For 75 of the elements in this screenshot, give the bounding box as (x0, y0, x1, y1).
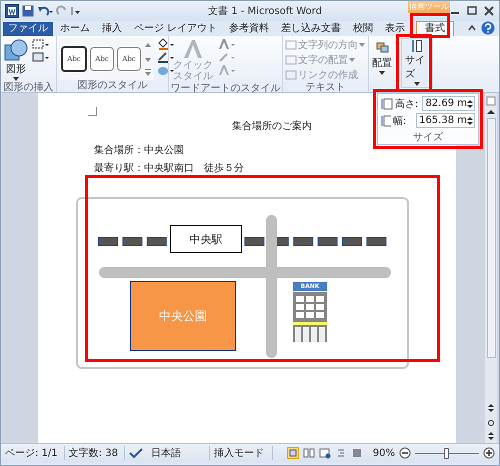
ribbon-tab[interactable]: ページ レイアウト (129, 22, 222, 36)
document-title: 集合場所のご案内 (231, 120, 312, 133)
text-box-icon[interactable] (32, 51, 50, 63)
field-label: 高さ: (394, 98, 420, 110)
drawing-tools-label: 描画ツール (408, 1, 450, 13)
customize-caret-icon[interactable] (71, 5, 81, 17)
save-icon[interactable] (22, 5, 34, 17)
ribbon-tab[interactable]: 差し込み文書 (276, 22, 346, 36)
collapse-ribbon-icon[interactable] (467, 23, 477, 33)
print-layout-icon[interactable] (286, 447, 299, 459)
zoom-percent[interactable]: 90% (372, 448, 395, 458)
edit-shape-icon[interactable] (32, 38, 50, 50)
scroll-up-icon[interactable] (487, 109, 495, 115)
ribbon-tab[interactable]: 校閲 (348, 22, 378, 36)
size-input-field[interactable]: 82.69 m (422, 96, 475, 111)
window-title: 文書 1 - Microsoft Word (208, 4, 322, 18)
quick-style-label: クイックスタイル (172, 60, 214, 82)
letter-a-icon (182, 39, 204, 59)
height-icon (381, 98, 393, 110)
close-icon[interactable] (483, 6, 495, 16)
word-count[interactable]: 文字数: 38 (68, 446, 125, 460)
insert-mode-indicator[interactable]: 挿入モード (214, 446, 273, 460)
spell-check-icon[interactable] (128, 447, 143, 459)
pen-outline-icon[interactable] (157, 51, 175, 63)
zoom-out-icon[interactable] (399, 447, 411, 459)
text-line: 最寄り駅：中央駅南口 徒歩５分 (94, 162, 244, 175)
group-label: 図形のスタイル (76, 80, 148, 92)
page-count[interactable]: ページ: 1/1 (5, 446, 65, 460)
caret-icon (13, 77, 19, 81)
shapes-icon (4, 39, 28, 61)
ribbon-tab[interactable]: ファイル (3, 22, 53, 36)
draft-view-icon[interactable] (350, 447, 363, 459)
language-indicator[interactable]: 日本語 (146, 446, 210, 460)
arrange-label: 配置 (372, 56, 392, 70)
group-label: テキスト (304, 82, 346, 94)
help-icon[interactable] (481, 21, 495, 35)
group-label: 図形の挿入 (2, 82, 54, 94)
group-label: サイズ (412, 131, 444, 144)
zoom-in-icon[interactable] (483, 447, 495, 459)
size-icon (412, 40, 422, 52)
park-block: 中央公園 (130, 281, 236, 351)
ribbon-tab[interactable]: 表示 (380, 22, 410, 36)
web-layout-icon[interactable] (318, 447, 331, 459)
shapes-button[interactable]: 図形 (3, 38, 29, 82)
vertical-scrollbar[interactable] (485, 93, 497, 443)
undo-icon[interactable] (37, 5, 53, 17)
ribbon-tab[interactable]: 挿入 (97, 22, 127, 36)
caret-icon (414, 82, 420, 86)
ribbon-tab[interactable]: ホーム (55, 22, 95, 36)
size-button[interactable]: サイズ (401, 38, 433, 88)
text-line: 集合場所：中央公園 (94, 144, 185, 157)
width-icon (381, 114, 391, 126)
command-icon (285, 40, 297, 50)
reading-layout-icon[interactable] (302, 447, 315, 459)
zoom-slider-thumb[interactable] (444, 448, 449, 458)
spinner-icon[interactable] (467, 116, 473, 126)
size-input-field[interactable]: 165.38 m (416, 113, 475, 128)
text-fill-icon[interactable] (218, 38, 236, 50)
word-logo-icon[interactable] (5, 4, 19, 18)
shapes-label: 図形 (6, 63, 26, 76)
caret-icon (379, 71, 385, 75)
ribbon-tab[interactable]: 参考資料 (224, 22, 274, 36)
command-icon (285, 55, 297, 65)
station-label: 中央駅 (170, 225, 242, 253)
arrange-button[interactable]: 配置 (371, 38, 393, 76)
maximize-icon[interactable] (466, 6, 478, 16)
bank-building-drawing (293, 292, 327, 342)
fill-bucket-icon[interactable] (157, 38, 175, 50)
ruler-toggle-icon[interactable] (486, 96, 496, 106)
size-label: サイズ (405, 54, 426, 81)
group-label: ワードアートのスタイル (170, 83, 282, 95)
spinner-icon[interactable] (467, 98, 473, 108)
browse-object-icon[interactable] (487, 403, 495, 443)
command-icon (285, 70, 297, 80)
field-label: 幅: (392, 114, 408, 128)
